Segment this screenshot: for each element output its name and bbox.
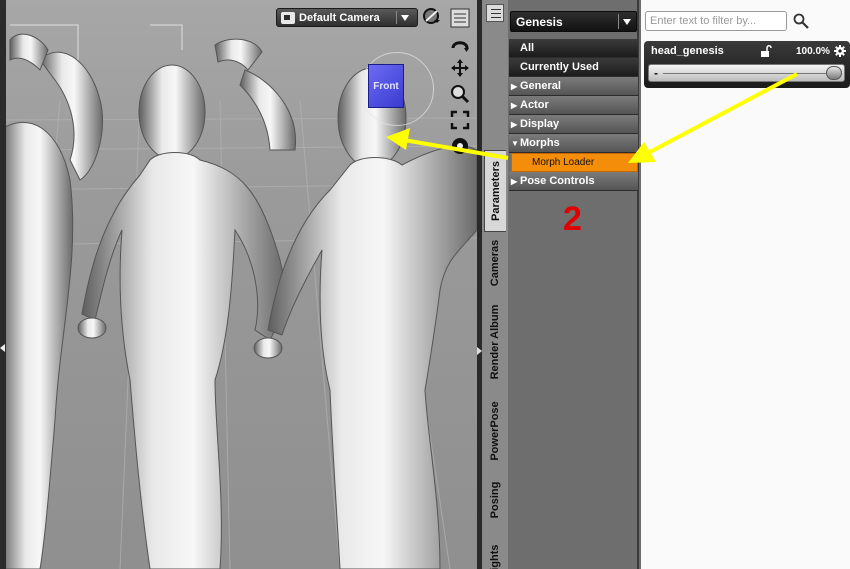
tab-cameras[interactable]: Cameras: [484, 234, 506, 292]
zoom-icon[interactable]: [450, 84, 470, 104]
tree-item-display[interactable]: ▶ Display: [509, 115, 638, 134]
step-number-annotation: 2: [563, 200, 582, 238]
viewport-left-border: [0, 0, 6, 569]
dropdown-separator: [618, 14, 619, 29]
tree-item-label: Actor: [520, 99, 549, 111]
property-name: head_genesis: [651, 45, 724, 57]
chevron-down-icon: [401, 14, 409, 21]
tab-render-album[interactable]: Render Album: [484, 294, 506, 390]
collapse-arrow-icon[interactable]: ▼: [511, 139, 520, 148]
property-group-tree: All Currently Used ▶ General ▶ Actor ▶ Disp…: [509, 39, 638, 191]
tree-item-label: Currently Used: [520, 61, 599, 73]
filter-input[interactable]: [645, 11, 787, 31]
expand-arrow-icon[interactable]: ▶: [511, 82, 520, 91]
tree-item-morph-loader[interactable]: Morph Loader: [511, 153, 638, 172]
pane-tab-strip: Parameters Cameras Render Album PowerPos…: [482, 0, 508, 569]
daz-studio-window: Default Camera Front Parameters Cameras …: [0, 0, 850, 569]
orbit-icon[interactable]: [450, 36, 470, 56]
property-editor-panel: head_genesis 100.0% -: [641, 0, 850, 569]
tab-posing-label: Posing: [489, 481, 501, 519]
tab-render-album-label: Render Album: [489, 304, 501, 380]
camera-label: Default Camera: [299, 11, 380, 24]
tree-item-all[interactable]: All: [509, 39, 638, 58]
property-slider-track[interactable]: -: [648, 64, 845, 82]
view-cube[interactable]: Front: [368, 64, 404, 108]
camera-dropdown[interactable]: Default Camera: [276, 8, 418, 27]
gear-icon[interactable]: [834, 45, 846, 57]
figure-middle: [77, 38, 297, 569]
tree-item-morphs[interactable]: ▼ Morphs: [509, 134, 638, 153]
slider-knob[interactable]: [826, 66, 842, 80]
tab-lights[interactable]: Lights: [484, 536, 506, 569]
expand-arrow-icon[interactable]: ▶: [511, 120, 520, 129]
tree-item-general[interactable]: ▶ General: [509, 77, 638, 96]
viewport-3d[interactable]: Default Camera Front: [0, 0, 477, 569]
tree-item-actor[interactable]: ▶ Actor: [509, 96, 638, 115]
tab-parameters-label: Parameters: [489, 161, 502, 221]
camera-icon: [281, 11, 295, 24]
collapse-left-arrow-icon[interactable]: [0, 344, 5, 352]
search-icon[interactable]: [793, 13, 809, 29]
slider-minus-label: -: [654, 66, 658, 80]
frame-icon[interactable]: [450, 110, 470, 130]
draw-style-icon[interactable]: [422, 7, 442, 27]
tab-parameters[interactable]: Parameters: [484, 150, 506, 232]
tree-item-label: All: [520, 42, 535, 54]
chevron-down-icon: [623, 18, 631, 25]
expand-arrow-icon[interactable]: ▶: [511, 177, 520, 186]
tree-item-pose-controls[interactable]: ▶ Pose Controls: [509, 172, 638, 191]
slider-line: [663, 73, 828, 74]
property-slider-head-genesis[interactable]: head_genesis 100.0% -: [644, 41, 850, 88]
tab-lights-label: Lights: [489, 544, 501, 569]
node-selector-dropdown[interactable]: Genesis: [510, 11, 637, 32]
pane-menu-icon[interactable]: [486, 4, 504, 22]
parameter-tree-panel: Genesis All Currently Used ▶ General ▶ Act…: [508, 0, 639, 569]
expand-arrow-icon[interactable]: ▶: [511, 101, 520, 110]
tree-item-label: Pose Controls: [520, 175, 595, 187]
unlock-icon[interactable]: [760, 45, 772, 57]
aim-icon[interactable]: [450, 136, 470, 156]
tab-cameras-label: Cameras: [489, 239, 501, 287]
dropdown-separator: [396, 11, 397, 24]
viewport-menu-icon[interactable]: [450, 8, 470, 28]
property-value[interactable]: 100.0%: [796, 46, 830, 57]
tab-posing[interactable]: Posing: [484, 472, 506, 528]
node-selector-label: Genesis: [516, 14, 563, 29]
tree-item-label: Morph Loader: [532, 157, 595, 168]
tab-powerpose-label: PowerPose: [489, 401, 501, 461]
tab-powerpose[interactable]: PowerPose: [484, 394, 506, 468]
tree-item-label: Morphs: [520, 137, 560, 149]
tree-item-currently-used[interactable]: Currently Used: [509, 58, 638, 77]
pan-icon[interactable]: [450, 58, 470, 78]
tree-item-label: General: [520, 80, 561, 92]
tree-item-label: Display: [520, 118, 560, 130]
